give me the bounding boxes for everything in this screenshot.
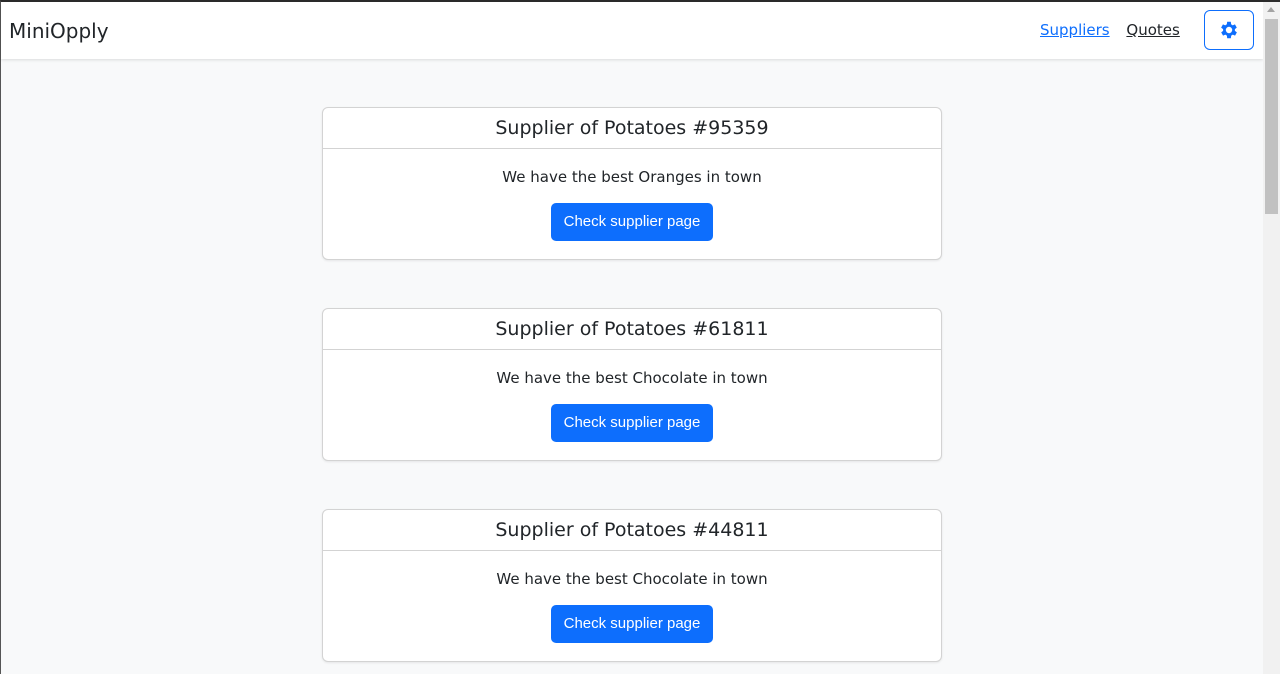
supplier-card: Supplier of Potatoes #44811 We have the … xyxy=(322,509,942,662)
supplier-description: We have the best Oranges in town xyxy=(502,168,762,186)
scroll-up-icon[interactable] xyxy=(1267,7,1275,12)
supplier-title: Supplier of Potatoes #44811 xyxy=(323,510,941,551)
gear-icon xyxy=(1221,21,1237,39)
check-supplier-button[interactable]: Check supplier page xyxy=(550,404,714,442)
nav-link-quotes[interactable]: Quotes xyxy=(1126,21,1179,39)
check-supplier-button[interactable]: Check supplier page xyxy=(550,605,714,643)
supplier-description: We have the best Chocolate in town xyxy=(496,570,768,588)
settings-button[interactable] xyxy=(1204,10,1254,50)
supplier-title: Supplier of Potatoes #95359 xyxy=(323,108,941,149)
supplier-card: Supplier of Potatoes #61811 We have the … xyxy=(322,308,942,461)
check-supplier-button[interactable]: Check supplier page xyxy=(550,203,714,241)
nav-link-suppliers[interactable]: Suppliers xyxy=(1040,21,1110,39)
supplier-card: Supplier of Potatoes #95359 We have the … xyxy=(322,107,942,260)
supplier-title: Supplier of Potatoes #61811 xyxy=(323,309,941,350)
brand[interactable]: MiniOpply xyxy=(9,19,109,43)
scrollbar[interactable] xyxy=(1263,2,1280,674)
scrollbar-thumb[interactable] xyxy=(1265,19,1278,214)
nav-links: Suppliers Quotes xyxy=(1040,21,1192,39)
navbar: MiniOpply Suppliers Quotes xyxy=(1,2,1263,59)
supplier-description: We have the best Chocolate in town xyxy=(496,369,768,387)
